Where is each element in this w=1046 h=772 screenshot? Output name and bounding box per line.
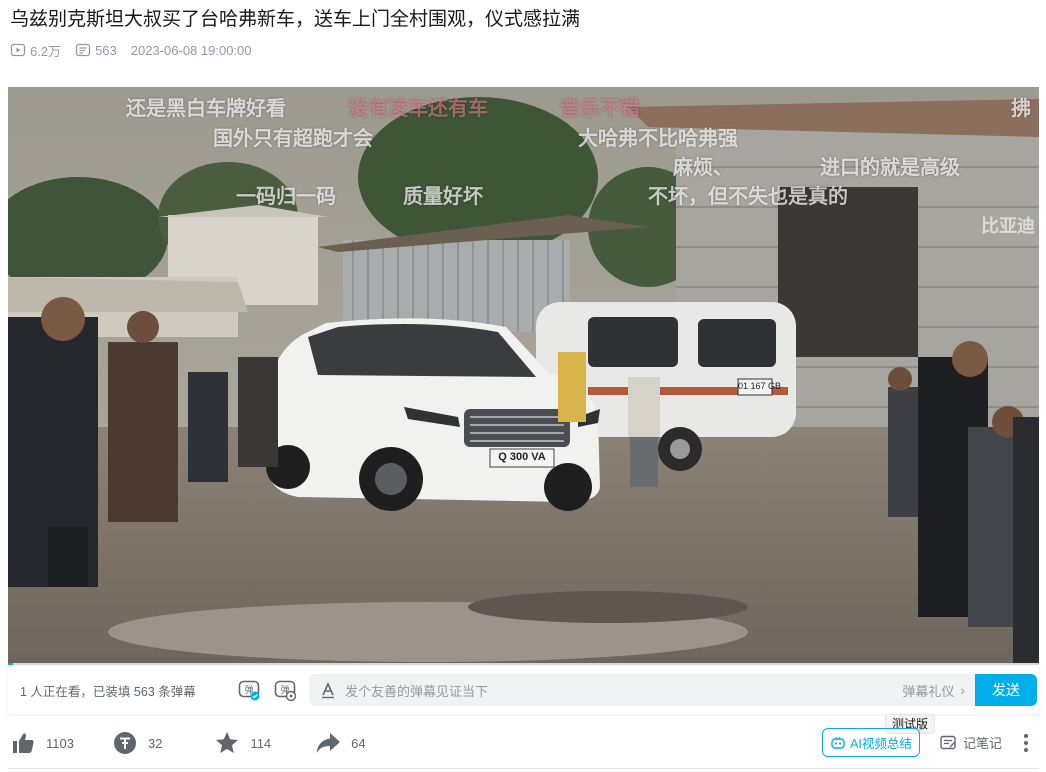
share-count: 64 [351,735,366,751]
danmaku-count-icon [75,43,91,57]
danmaku-input[interactable]: 发个友善的弹幕见证当下 弹幕礼仪 › [309,674,975,706]
send-danmaku-button[interactable]: 发送 [975,674,1037,706]
share-arrow-icon [316,733,341,753]
danmaku-item: 国外只有超跑才会 [213,128,373,150]
danmaku-item: 拂 [1011,98,1031,120]
view-count: 6.2万 [10,41,61,60]
ai-summary-label: AI视频总结 [850,737,912,751]
video-meta: 6.2万 563 2023-06-08 19:00:00 [10,41,266,59]
coin-count: 32 [147,735,163,751]
progress-bar-fill [8,663,14,665]
thumbs-up-icon [13,733,34,753]
danmaku-settings-icon: 弹 [274,680,297,702]
danmaku-item: 质量好坏 [403,186,483,208]
play-count-icon [10,43,26,57]
note-label: 记笔记 [963,736,1003,751]
video-player[interactable]: 还是黑白车牌好看 没有凌车还有车 音乐不错 国外只有超跑才会 大哈弗不比哈弗强 … [8,87,1039,665]
van-license-plate: 01 167 GB [738,381,782,391]
watermark-text: 比亚迪 [981,216,1035,236]
like-count: 1103 [46,735,74,751]
danmaku-item: 进口的就是高级 [820,157,960,179]
divider [8,768,1039,769]
danmaku-item: 还是黑白车牌好看 [126,98,286,120]
note-icon [940,735,956,749]
video-progress-bar[interactable] [8,663,1039,665]
favorite-button[interactable]: 114 [214,730,271,756]
more-options-icon[interactable] [1020,732,1032,754]
coin-icon [113,732,136,754]
favorite-count: 114 [250,735,272,751]
danmaku-settings-button[interactable]: 弹 [273,678,297,702]
danmaku-etiquette-link[interactable]: 弹幕礼仪 › [902,681,965,700]
suv-license-plate: Q 300 VA [498,451,546,463]
coin-button[interactable]: 32 [112,730,162,756]
danmaku-toggle-button[interactable]: 弹 [237,678,261,702]
danmaku-count-text: 563 [95,42,117,58]
ai-robot-icon [831,736,845,749]
danmaku-etiquette-label: 弹幕礼仪 [902,683,955,699]
danmaku-item: 不坏，但不失也是真的 [648,186,848,208]
view-count-text: 6.2万 [30,43,62,59]
publish-time: 2023-06-08 19:00:00 [130,42,252,58]
danmaku-input-placeholder: 发个友善的弹幕见证当下 [345,683,489,699]
take-note-button[interactable]: 记笔记 [939,733,1002,752]
danmaku-count: 563 [75,42,117,58]
danmaku-item: 麻烦、 [673,157,733,179]
danmaku-send-bar: 1 人正在看，已装填 563 条弹幕 弹 弹 发个友善的弹幕见证当下 弹幕礼仪 … [8,666,1039,714]
danmaku-item: 大哈弗不比哈弗强 [578,128,738,150]
video-title: 乌兹别克斯坦大叔买了台哈弗新车，送车上门全村围观，仪式感拉满 [10,9,581,30]
chevron-right-icon: › [960,682,965,698]
danmaku-on-icon: 弹 [238,680,260,701]
like-button[interactable]: 1103 [10,730,74,756]
ai-summary-button[interactable]: AI视频总结 [822,728,920,757]
share-button[interactable]: 64 [315,730,366,756]
danmaku-item: 一码归一码 [236,186,336,208]
star-icon [216,732,239,753]
danmaku-item: 音乐不错 [560,98,640,120]
video-action-toolbar: 1103 32 114 64 AI视频总结 记笔记 [8,724,1039,762]
danmaku-item: 没有凌车还有车 [348,98,488,120]
font-style-icon[interactable] [319,681,337,699]
watching-info: 1 人正在看，已装填 563 条弹幕 [20,684,196,699]
